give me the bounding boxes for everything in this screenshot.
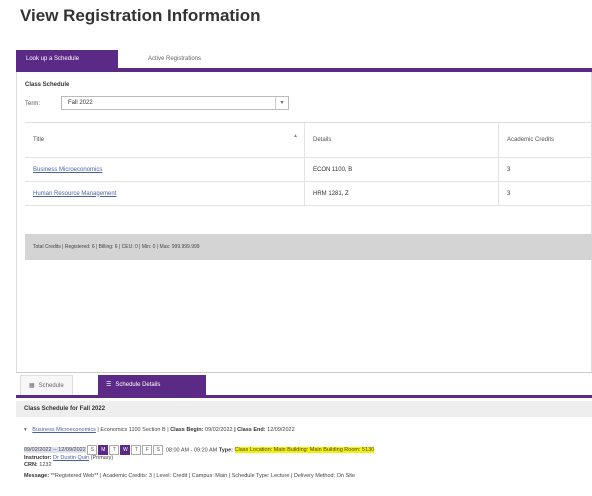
tab-active-registrations[interactable]: Active Registrations	[138, 50, 211, 68]
course-table: Title ▲ Details Academic Credits Busines…	[25, 122, 592, 206]
instructor-line: Instructor: Dr Dustin Quin (Primary)	[24, 455, 113, 461]
instructor-role: (Primary)	[90, 455, 114, 461]
instructor-label: Instructor:	[24, 455, 52, 461]
class-end-label: | Class End:	[234, 427, 266, 433]
section-info: | Economics 1100 Section B |	[97, 427, 169, 433]
table-row: Business Microeconomics ECON 1100, B 3	[25, 158, 592, 182]
term-select[interactable]: Fall 2022 ▾	[61, 96, 289, 110]
instructor-link[interactable]: Dr Dustin Quin	[53, 455, 89, 461]
message-text: **Registered Web** | Academic Credits: 3…	[50, 473, 355, 479]
day-friday: F	[142, 445, 153, 455]
meeting-dates: 09/02/2022 -- 12/09/2022	[24, 447, 86, 454]
class-begin-label: Class Begin:	[170, 427, 204, 433]
term-label: Term:	[25, 101, 40, 107]
class-end-value: 12/09/2022	[267, 427, 295, 433]
column-header-title[interactable]: Title ▲	[25, 123, 305, 157]
chevron-down-icon[interactable]: ▾	[275, 97, 288, 109]
title-cell: Business Microeconomics	[25, 158, 305, 181]
expand-caret-icon[interactable]: ▾	[24, 427, 27, 433]
credits-cell: 3	[507, 190, 511, 197]
day-saturday: S	[153, 445, 164, 455]
message-line: Message: **Registered Web** | Academic C…	[24, 473, 355, 479]
message-label: Message:	[24, 473, 50, 479]
tab-schedule-details[interactable]: ☰ Schedule Details	[98, 375, 206, 395]
meeting-row: 09/02/2022 -- 12/09/2022 SMTWTFS 08:00 A…	[24, 445, 592, 455]
course-link[interactable]: Business Microeconomics	[33, 167, 102, 173]
credits-cell: 3	[507, 166, 511, 173]
column-header-details: Details	[305, 123, 499, 157]
totals-bar: Total Credits | Registered: 6 | Billing:…	[25, 234, 592, 260]
schedule-details-header: Class Schedule for Fall 2022	[16, 401, 592, 417]
day-wednesday: W	[120, 445, 131, 455]
table-row: Human Resource Management HRM 1281, Z 3	[25, 182, 592, 206]
tab-strip: Look up a Schedule Active Registrations	[16, 50, 592, 72]
meeting-time: 08:00 AM - 09:20 AM	[165, 447, 218, 454]
table-header-row: Title ▲ Details Academic Credits	[25, 123, 592, 158]
details-cell: ECON 1100, B	[305, 158, 499, 181]
list-icon: ☰	[106, 382, 112, 388]
class-begin-value: 09/02/2022	[205, 427, 233, 433]
day-monday: M	[98, 445, 109, 455]
tab-schedule[interactable]: ▦ Schedule	[20, 375, 73, 395]
type-label: Type:	[218, 447, 234, 454]
course-link[interactable]: Human Resource Management	[33, 191, 116, 197]
schedule-panel: Class Schedule Term: Fall 2022 ▾ Title ▲…	[16, 72, 592, 372]
crn-label: CRN:	[24, 462, 38, 468]
day-tuesday: T	[109, 445, 120, 455]
crn-line: CRN: 1232	[24, 462, 52, 468]
section-label: Class Schedule	[25, 82, 70, 88]
day-thursday: T	[131, 445, 142, 455]
sort-icon[interactable]: ▲	[293, 133, 298, 139]
crn-value: 1232	[39, 462, 52, 468]
page-title: View Registration Information	[20, 6, 261, 25]
term-value: Fall 2022	[68, 100, 93, 106]
tab-look-up-schedule[interactable]: Look up a Schedule	[16, 50, 118, 68]
class-location: Class Location: Main Building: Main Buil…	[234, 447, 375, 454]
calendar-icon: ▦	[29, 383, 35, 389]
details-cell: HRM 1281, Z	[305, 182, 499, 205]
bottom-tab-strip: ▦ Schedule ☰ Schedule Details	[16, 373, 592, 398]
course-summary: ▾ Business Microeconomics | Economics 11…	[24, 427, 295, 433]
day-sunday: S	[87, 445, 98, 455]
schedule-details-panel: ▦ Schedule ☰ Schedule Details Class Schedu…	[16, 372, 592, 496]
column-header-credits: Academic Credits	[507, 137, 555, 143]
title-cell: Human Resource Management	[25, 182, 305, 205]
course-details-link[interactable]: Business Microeconomics	[32, 427, 96, 433]
